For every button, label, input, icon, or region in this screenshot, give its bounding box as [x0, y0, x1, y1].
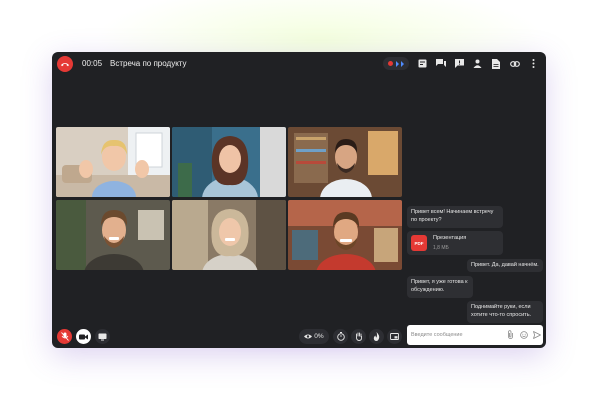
participant-video — [172, 200, 286, 270]
top-bar: 00:05 Встреча по продукту — [52, 52, 546, 76]
participant-tile-2[interactable] — [172, 127, 286, 197]
whiteboard-button[interactable] — [417, 58, 428, 69]
video-camera-icon — [79, 334, 88, 339]
participant-tile-6[interactable] — [288, 200, 402, 270]
chat-message-text: Привет. Да, давай начнём. — [471, 262, 539, 268]
reactions-button[interactable] — [454, 58, 465, 69]
chat-icon — [435, 59, 446, 67]
chat-file-attachment[interactable]: PDF Презентация 1,8 МБ — [407, 231, 503, 255]
document-icon — [491, 58, 500, 69]
recording-indicator[interactable] — [383, 57, 409, 70]
flame-icon — [373, 332, 380, 341]
link-icon — [509, 60, 520, 67]
screen-share-icon — [98, 333, 107, 340]
participants-button[interactable] — [472, 58, 483, 69]
paperclip-icon — [508, 330, 513, 339]
pause-play-icon — [396, 60, 404, 67]
send-button[interactable] — [532, 330, 541, 339]
view-percent: 0% — [314, 333, 324, 340]
more-options-button[interactable] — [528, 58, 539, 69]
chat-message-own: Поднимайте руки, если хотите что-то спро… — [467, 301, 543, 323]
invite-link-button[interactable] — [509, 58, 520, 69]
participant-video — [288, 200, 402, 270]
more-vertical-icon — [532, 59, 535, 68]
record-dot-icon — [388, 61, 393, 66]
whiteboard-icon — [418, 59, 427, 68]
chat-message-text: Привет всем! Начинаем встречу по проекту… — [411, 209, 494, 223]
send-icon — [532, 330, 541, 339]
eye-icon — [304, 334, 313, 339]
timer-button[interactable] — [333, 329, 348, 344]
video-call-window: 00:05 Встреча по продукту Привет всем! Н… — [52, 52, 546, 348]
participant-video — [56, 200, 170, 270]
hand-icon — [355, 332, 362, 341]
emoji-button[interactable] — [519, 330, 528, 339]
participant-tile-5[interactable] — [172, 200, 286, 270]
participant-tile-4[interactable] — [56, 200, 170, 270]
feedback-icon — [455, 59, 464, 68]
chat-message: Привет всем! Начинаем встречу по проекту… — [407, 206, 503, 228]
participant-video — [172, 127, 286, 197]
chat-message-own: Привет. Да, давай начнём. — [467, 259, 543, 272]
viewers-indicator[interactable]: 0% — [299, 329, 329, 344]
participant-tile-1[interactable] — [56, 127, 170, 197]
share-screen-button[interactable] — [95, 329, 110, 344]
file-size: 1,8 МБ — [433, 245, 449, 251]
mic-off-icon — [60, 332, 69, 341]
attach-button[interactable] — [506, 330, 515, 339]
camera-button[interactable] — [76, 329, 91, 344]
end-call-button[interactable] — [57, 56, 73, 72]
pdf-file-icon: PDF — [411, 235, 427, 251]
files-button[interactable] — [490, 58, 501, 69]
chat-input-box — [407, 325, 543, 345]
raise-hand-button[interactable] — [351, 329, 366, 344]
chat-button[interactable] — [435, 58, 446, 69]
message-input[interactable] — [411, 328, 491, 342]
chat-message: Привет, я уже готова к обсуждению. — [407, 276, 473, 298]
person-icon — [473, 59, 482, 68]
picture-in-picture-icon — [390, 333, 399, 340]
stopwatch-icon — [336, 332, 345, 341]
call-timer: 00:05 — [82, 59, 103, 68]
layout-button[interactable] — [387, 329, 402, 344]
participant-video — [56, 127, 170, 197]
mute-microphone-button[interactable] — [57, 329, 72, 344]
chat-message-text: Поднимайте руки, если хотите что-то спро… — [471, 304, 532, 318]
phone-hangup-icon — [61, 63, 69, 67]
file-name: Презентация — [433, 235, 467, 241]
meeting-title: Встреча по продукту — [110, 59, 187, 68]
chat-message-text: Привет, я уже готова к обсуждению. — [411, 279, 468, 293]
participant-tile-3[interactable] — [288, 127, 402, 197]
participant-video — [288, 127, 402, 197]
reactions-menu-button[interactable] — [369, 329, 384, 344]
smiley-icon — [519, 330, 528, 339]
